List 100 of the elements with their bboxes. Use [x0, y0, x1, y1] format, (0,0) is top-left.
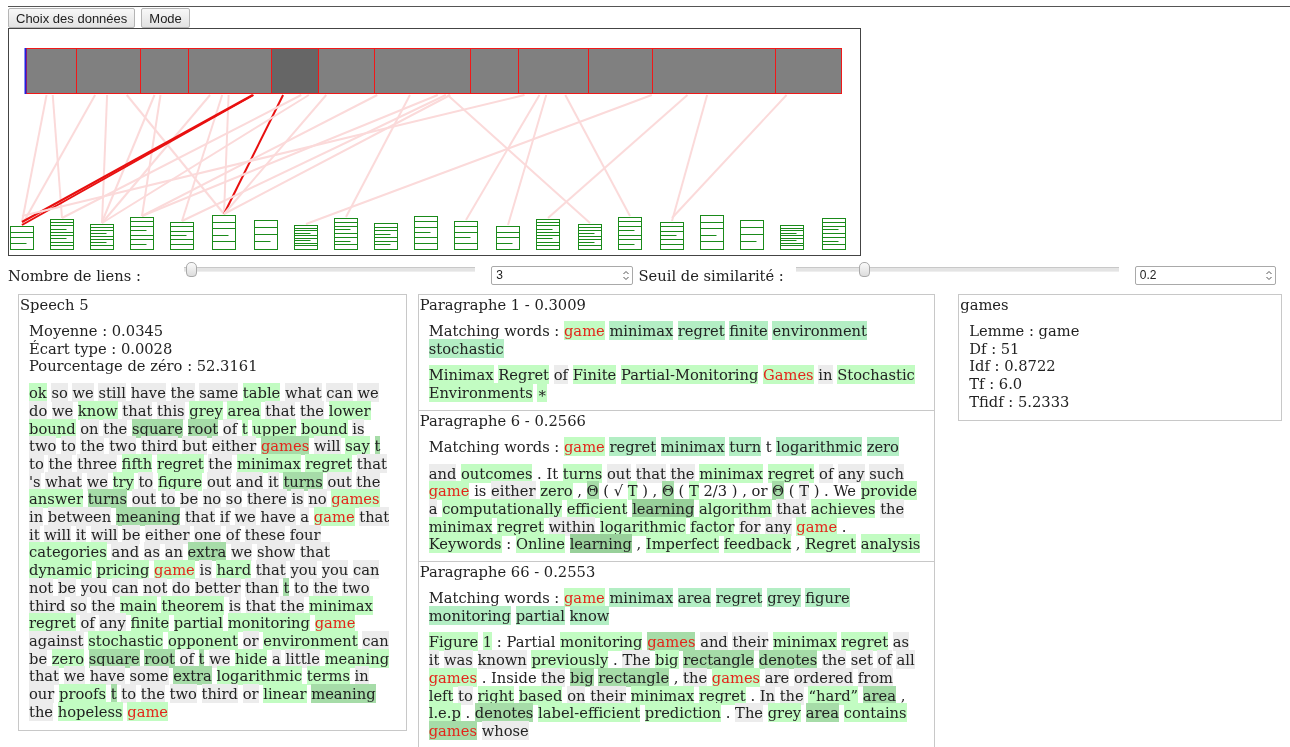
highlighted-word: be — [180, 489, 199, 509]
slider-thumb[interactable] — [185, 261, 197, 277]
highlighted-word: The — [735, 703, 764, 723]
highlighted-word: third — [141, 436, 178, 456]
highlighted-word: a — [272, 648, 281, 668]
highlighted-word: the — [670, 463, 695, 483]
paragraph-title: Paragraphe 66 - 0.2553 — [418, 562, 597, 582]
word: ) — [642, 481, 648, 501]
highlighted-word: so — [51, 383, 68, 403]
highlighted-word: t — [374, 436, 381, 456]
document-thumbnail[interactable] — [90, 224, 114, 250]
highlighted-word: to — [29, 453, 44, 473]
highlighted-word: the — [208, 453, 233, 473]
document-thumbnail[interactable] — [294, 225, 318, 250]
spinner-icon[interactable] — [1266, 269, 1272, 281]
spinner-icon[interactable] — [622, 269, 629, 281]
highlighted-word: the — [313, 577, 338, 597]
highlighted-word: Keywords — [428, 534, 502, 554]
number-field[interactable]: 3 — [491, 265, 633, 285]
toolbar-button[interactable]: Mode — [141, 8, 190, 28]
matched-word: Games — [763, 365, 814, 385]
document-thumbnail[interactable] — [700, 215, 724, 250]
document-thumbnail[interactable] — [50, 219, 74, 250]
document-thumbnail[interactable] — [170, 222, 194, 250]
document-thumbnail[interactable] — [130, 217, 154, 250]
highlighted-word: of — [553, 365, 568, 385]
highlighted-word: rectangle — [683, 650, 755, 670]
matched-word: games — [428, 667, 477, 687]
document-thumbnail[interactable] — [660, 222, 684, 250]
highlighted-word: from — [857, 667, 893, 687]
stat-line: Lemme : game — [969, 322, 1080, 340]
document-thumbnail[interactable] — [454, 221, 478, 250]
highlighted-word: learning — [632, 498, 695, 518]
highlighted-word: extra — [187, 542, 227, 562]
highlighted-word: any — [99, 613, 126, 633]
word: . — [537, 463, 542, 483]
highlighted-word: regret — [677, 321, 725, 340]
highlighted-word: analysis — [860, 534, 921, 554]
highlighted-word: known — [477, 650, 527, 670]
document-thumbnail[interactable] — [496, 226, 520, 250]
highlighted-word: we — [51, 400, 74, 420]
highlighted-word: extra — [173, 666, 212, 686]
highlighted-word: t — [241, 418, 248, 438]
toolbar-button[interactable]: Choix des données — [8, 8, 136, 28]
slider-thumb[interactable] — [859, 261, 871, 277]
highlighted-word: three — [77, 453, 117, 473]
highlighted-word: such — [869, 463, 904, 483]
highlighted-word: figure — [805, 588, 850, 608]
document-thumbnail[interactable] — [374, 223, 398, 250]
document-thumbnail[interactable] — [10, 226, 34, 250]
document-thumbnail[interactable] — [780, 225, 804, 250]
word: √ — [613, 481, 623, 501]
highlighted-word: so — [225, 489, 243, 509]
highlighted-word: minimax — [699, 463, 763, 483]
document-thumbnail[interactable] — [536, 219, 560, 250]
document-thumbnail[interactable] — [740, 220, 764, 250]
matched-word: game — [154, 560, 195, 580]
highlighted-word: know — [569, 605, 610, 625]
highlighted-word: ∗ — [537, 383, 548, 403]
highlighted-word: meaning — [115, 507, 181, 527]
highlighted-word: say — [345, 436, 370, 456]
highlighted-word: of — [877, 650, 892, 670]
highlighted-word: against — [29, 630, 84, 650]
document-thumbnail[interactable] — [212, 215, 236, 250]
word: t — [765, 436, 772, 456]
highlighted-word: finite — [130, 613, 170, 633]
highlighted-word: zero — [540, 481, 573, 501]
highlighted-word: any — [838, 463, 865, 483]
highlighted-word: their — [732, 632, 769, 652]
number-field[interactable]: 0.2 — [1134, 265, 1276, 285]
highlighted-word: still — [98, 383, 126, 403]
word: : — [496, 632, 502, 652]
slider[interactable] — [795, 261, 1119, 277]
word: 2/3 — [703, 481, 728, 501]
highlighted-word: better — [194, 577, 241, 597]
highlighted-word: Regret — [498, 365, 549, 385]
document-thumbnail[interactable] — [578, 224, 602, 250]
document-thumbnail[interactable] — [822, 218, 846, 250]
document-thumbnail[interactable] — [334, 218, 358, 250]
document-thumbnail[interactable] — [414, 216, 438, 250]
highlighted-word: turns — [87, 489, 128, 509]
highlighted-word: a — [428, 498, 438, 518]
highlighted-word: minimax — [609, 321, 674, 340]
highlighted-word: area — [677, 588, 712, 608]
word: , — [577, 481, 582, 501]
matched-word: games — [260, 436, 310, 456]
control-label: Nombre de liens : — [8, 266, 142, 284]
highlighted-word: big — [655, 650, 679, 670]
highlighted-word: you — [321, 560, 349, 580]
word: We — [833, 482, 857, 501]
highlighted-word: regret — [841, 632, 889, 652]
document-thumbnail[interactable] — [618, 217, 642, 250]
document-thumbnail[interactable] — [254, 220, 278, 250]
highlighted-word: not — [143, 577, 168, 597]
paragraph-title: Paragraphe 1 - 0.3009 — [418, 295, 587, 314]
slider[interactable] — [184, 261, 476, 277]
highlighted-word: same — [199, 383, 239, 403]
highlighted-word: that — [776, 498, 807, 518]
highlighted-word: that — [185, 507, 216, 527]
highlighted-word: Finite — [572, 365, 617, 385]
